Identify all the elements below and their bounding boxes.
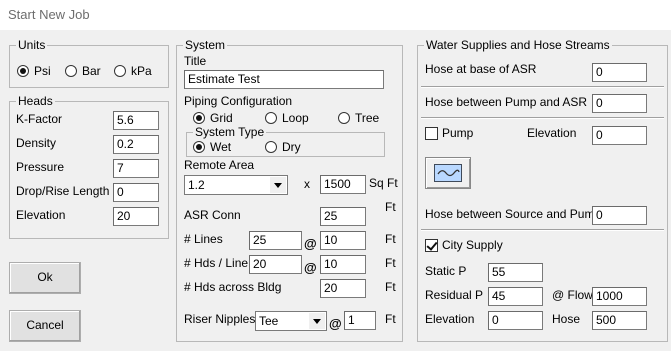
- divider: [421, 117, 664, 119]
- units-kpa-radio[interactable]: [114, 65, 126, 77]
- pressure-field[interactable]: 7: [113, 159, 159, 178]
- job-title-field[interactable]: Estimate Test: [184, 70, 384, 89]
- window-title: Start New Job: [8, 7, 90, 22]
- chevron-down-icon[interactable]: [309, 313, 325, 329]
- system-type-wet-label[interactable]: Wet: [210, 140, 231, 154]
- hose-pump-asr-label: Hose between Pump and ASR: [425, 95, 588, 109]
- ok-button[interactable]: Ok: [9, 262, 81, 294]
- piping-configuration-label: Piping Configuration: [184, 94, 293, 108]
- drop-rise-label: Drop/Rise Length: [16, 184, 110, 198]
- hose-field[interactable]: 500: [592, 311, 647, 330]
- hds-per-line-spacing-field[interactable]: 10: [320, 255, 366, 274]
- cancel-button[interactable]: Cancel: [9, 310, 81, 342]
- elevation-label: Elevation: [16, 208, 66, 222]
- system-legend: System: [185, 38, 226, 52]
- piping-loop-radio[interactable]: [265, 112, 277, 124]
- units-kpa-label[interactable]: kPa: [131, 64, 152, 78]
- water-supplies-legend: Water Supplies and Hose Streams: [426, 38, 610, 52]
- hds-across-bldg-unit: Ft: [385, 280, 396, 294]
- riser-nipples-label: Riser Nipples: [184, 312, 256, 326]
- hose-base-asr-label: Hose at base of ASR: [425, 62, 537, 76]
- piping-grid-label[interactable]: Grid: [210, 111, 233, 125]
- system-type-dry-label[interactable]: Dry: [282, 140, 301, 154]
- heads-legend: Heads: [18, 94, 53, 108]
- times-sign: x: [304, 177, 310, 191]
- city-elevation-label: Elevation: [425, 312, 475, 326]
- lines-field[interactable]: 25: [249, 231, 302, 250]
- flow-field[interactable]: 1000: [592, 287, 647, 306]
- density-label: Density: [16, 136, 57, 150]
- units-psi-label[interactable]: Psi: [34, 64, 51, 78]
- remote-area-select[interactable]: 1.2: [184, 175, 288, 195]
- divider: [421, 86, 664, 88]
- static-p-field[interactable]: 55: [488, 263, 543, 282]
- piping-tree-radio[interactable]: [338, 112, 350, 124]
- city-supply-label[interactable]: City Supply: [442, 238, 503, 252]
- riser-nipples-unit: Ft: [385, 312, 396, 326]
- pump-curve-icon: [434, 164, 462, 182]
- piping-grid-radio[interactable]: [193, 112, 205, 124]
- remote-area-select-value: 1.2: [188, 178, 205, 192]
- riser-at-sign: @: [329, 316, 342, 331]
- static-p-label: Static P: [425, 264, 467, 278]
- city-supply-checkbox[interactable]: [425, 239, 438, 252]
- k-factor-field[interactable]: 5.6: [113, 111, 159, 130]
- elevation-field[interactable]: 20: [113, 207, 159, 226]
- units-bar-radio[interactable]: [65, 65, 77, 77]
- lines-label: # Lines: [184, 232, 223, 246]
- system-type-wet-radio[interactable]: [193, 141, 205, 153]
- divider: [421, 229, 664, 231]
- chevron-down-icon[interactable]: [270, 177, 286, 193]
- residual-p-field[interactable]: 45: [488, 287, 543, 306]
- hose-source-pump-label: Hose between Source and Pump: [425, 207, 602, 221]
- remote-area-field[interactable]: 1500: [320, 175, 366, 194]
- system-type-legend: System Type: [195, 125, 265, 139]
- hds-per-line-at-sign: @: [304, 260, 317, 275]
- hds-across-bldg-label: # Hds across Bldg: [184, 280, 282, 294]
- drop-rise-field[interactable]: 0: [113, 183, 159, 202]
- system-type-dry-radio[interactable]: [265, 141, 277, 153]
- remote-area-label: Remote Area: [184, 158, 255, 172]
- units-psi-radio[interactable]: [17, 65, 29, 77]
- units-bar-label[interactable]: Bar: [82, 64, 101, 78]
- pump-curve-button[interactable]: [425, 157, 471, 189]
- lines-at-sign: @: [304, 236, 317, 251]
- pump-elevation-field[interactable]: 0: [592, 126, 647, 145]
- pressure-label: Pressure: [16, 160, 65, 174]
- remote-area-unit: Sq Ft: [369, 176, 398, 190]
- lines-unit: Ft: [385, 232, 396, 246]
- hose-base-asr-field[interactable]: 0: [592, 63, 647, 82]
- asr-conn-field[interactable]: 25: [320, 207, 366, 226]
- piping-tree-label[interactable]: Tree: [355, 111, 379, 125]
- hds-per-line-field[interactable]: 20: [249, 255, 302, 274]
- hose-source-pump-field[interactable]: 0: [592, 206, 647, 225]
- piping-loop-label[interactable]: Loop: [282, 111, 309, 125]
- city-elevation-field[interactable]: 0: [488, 311, 543, 330]
- units-legend: Units: [18, 38, 46, 52]
- title-bar: Start New Job: [0, 0, 671, 30]
- hds-per-line-unit: Ft: [385, 256, 396, 270]
- hose-label: Hose: [552, 312, 581, 326]
- riser-nipples-field[interactable]: 1: [344, 311, 376, 330]
- hds-per-line-label: # Hds / Line: [184, 256, 249, 270]
- pump-elevation-label: Elevation: [527, 126, 577, 140]
- hose-pump-asr-field[interactable]: 0: [592, 94, 647, 113]
- lines-spacing-field[interactable]: 10: [320, 231, 366, 250]
- asr-conn-label: ASR Conn: [184, 208, 241, 222]
- residual-p-label: Residual P: [425, 288, 484, 302]
- hds-across-bldg-field[interactable]: 20: [320, 279, 366, 298]
- pump-checkbox[interactable]: [425, 127, 438, 140]
- title-label: Title: [184, 54, 207, 68]
- density-field[interactable]: 0.2: [113, 135, 159, 154]
- k-factor-label: K-Factor: [16, 112, 63, 126]
- asr-conn-unit: Ft: [385, 200, 396, 214]
- riser-nipples-select[interactable]: Tee: [255, 311, 327, 331]
- riser-nipples-select-value: Tee: [259, 314, 279, 328]
- flow-label: @ Flow: [552, 288, 593, 302]
- pump-label[interactable]: Pump: [442, 126, 473, 140]
